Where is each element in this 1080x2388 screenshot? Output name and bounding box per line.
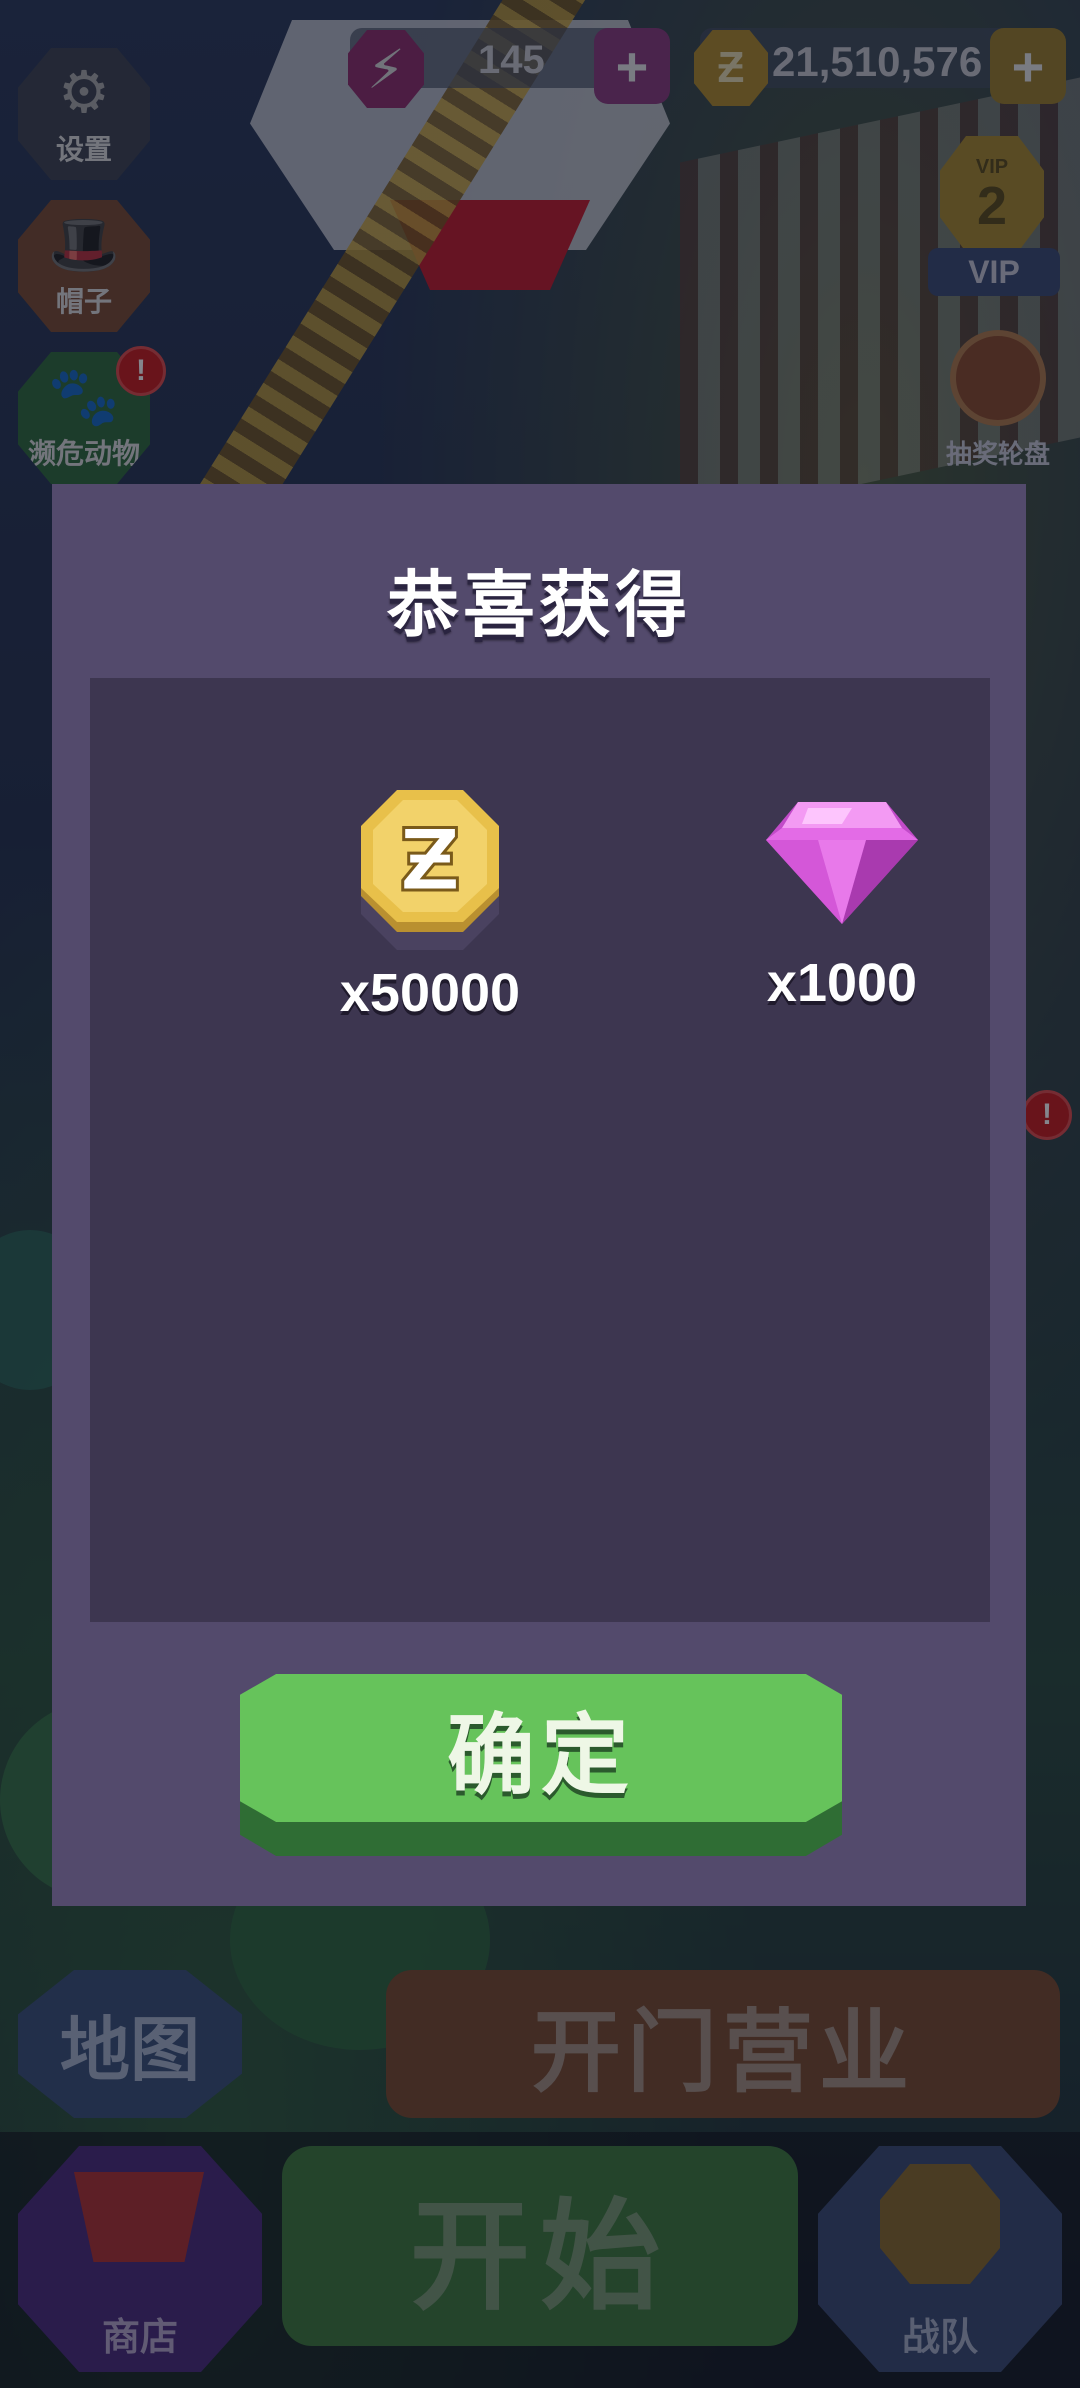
gem-icon [762,788,922,938]
gem-amount: x1000 [766,953,918,1013]
coin-amount: x50000 [339,963,521,1023]
dialog-title: 恭喜获得 [386,566,691,646]
reward-panel: Ƶ x50000 x1000 [90,678,990,1622]
reward-dialog: 恭喜获得 Ƶ x50000 x1000 确定 [52,484,1026,1906]
reward-item-coins: Ƶ x50000 [270,788,590,1024]
reward-item-gems: x1000 [682,788,1002,1014]
coin-icon: Ƶ [355,788,505,950]
confirm-button[interactable]: 确定 [240,1674,842,1856]
confirm-label: 确定 [446,1705,635,1805]
svg-text:Ƶ: Ƶ [399,811,461,911]
